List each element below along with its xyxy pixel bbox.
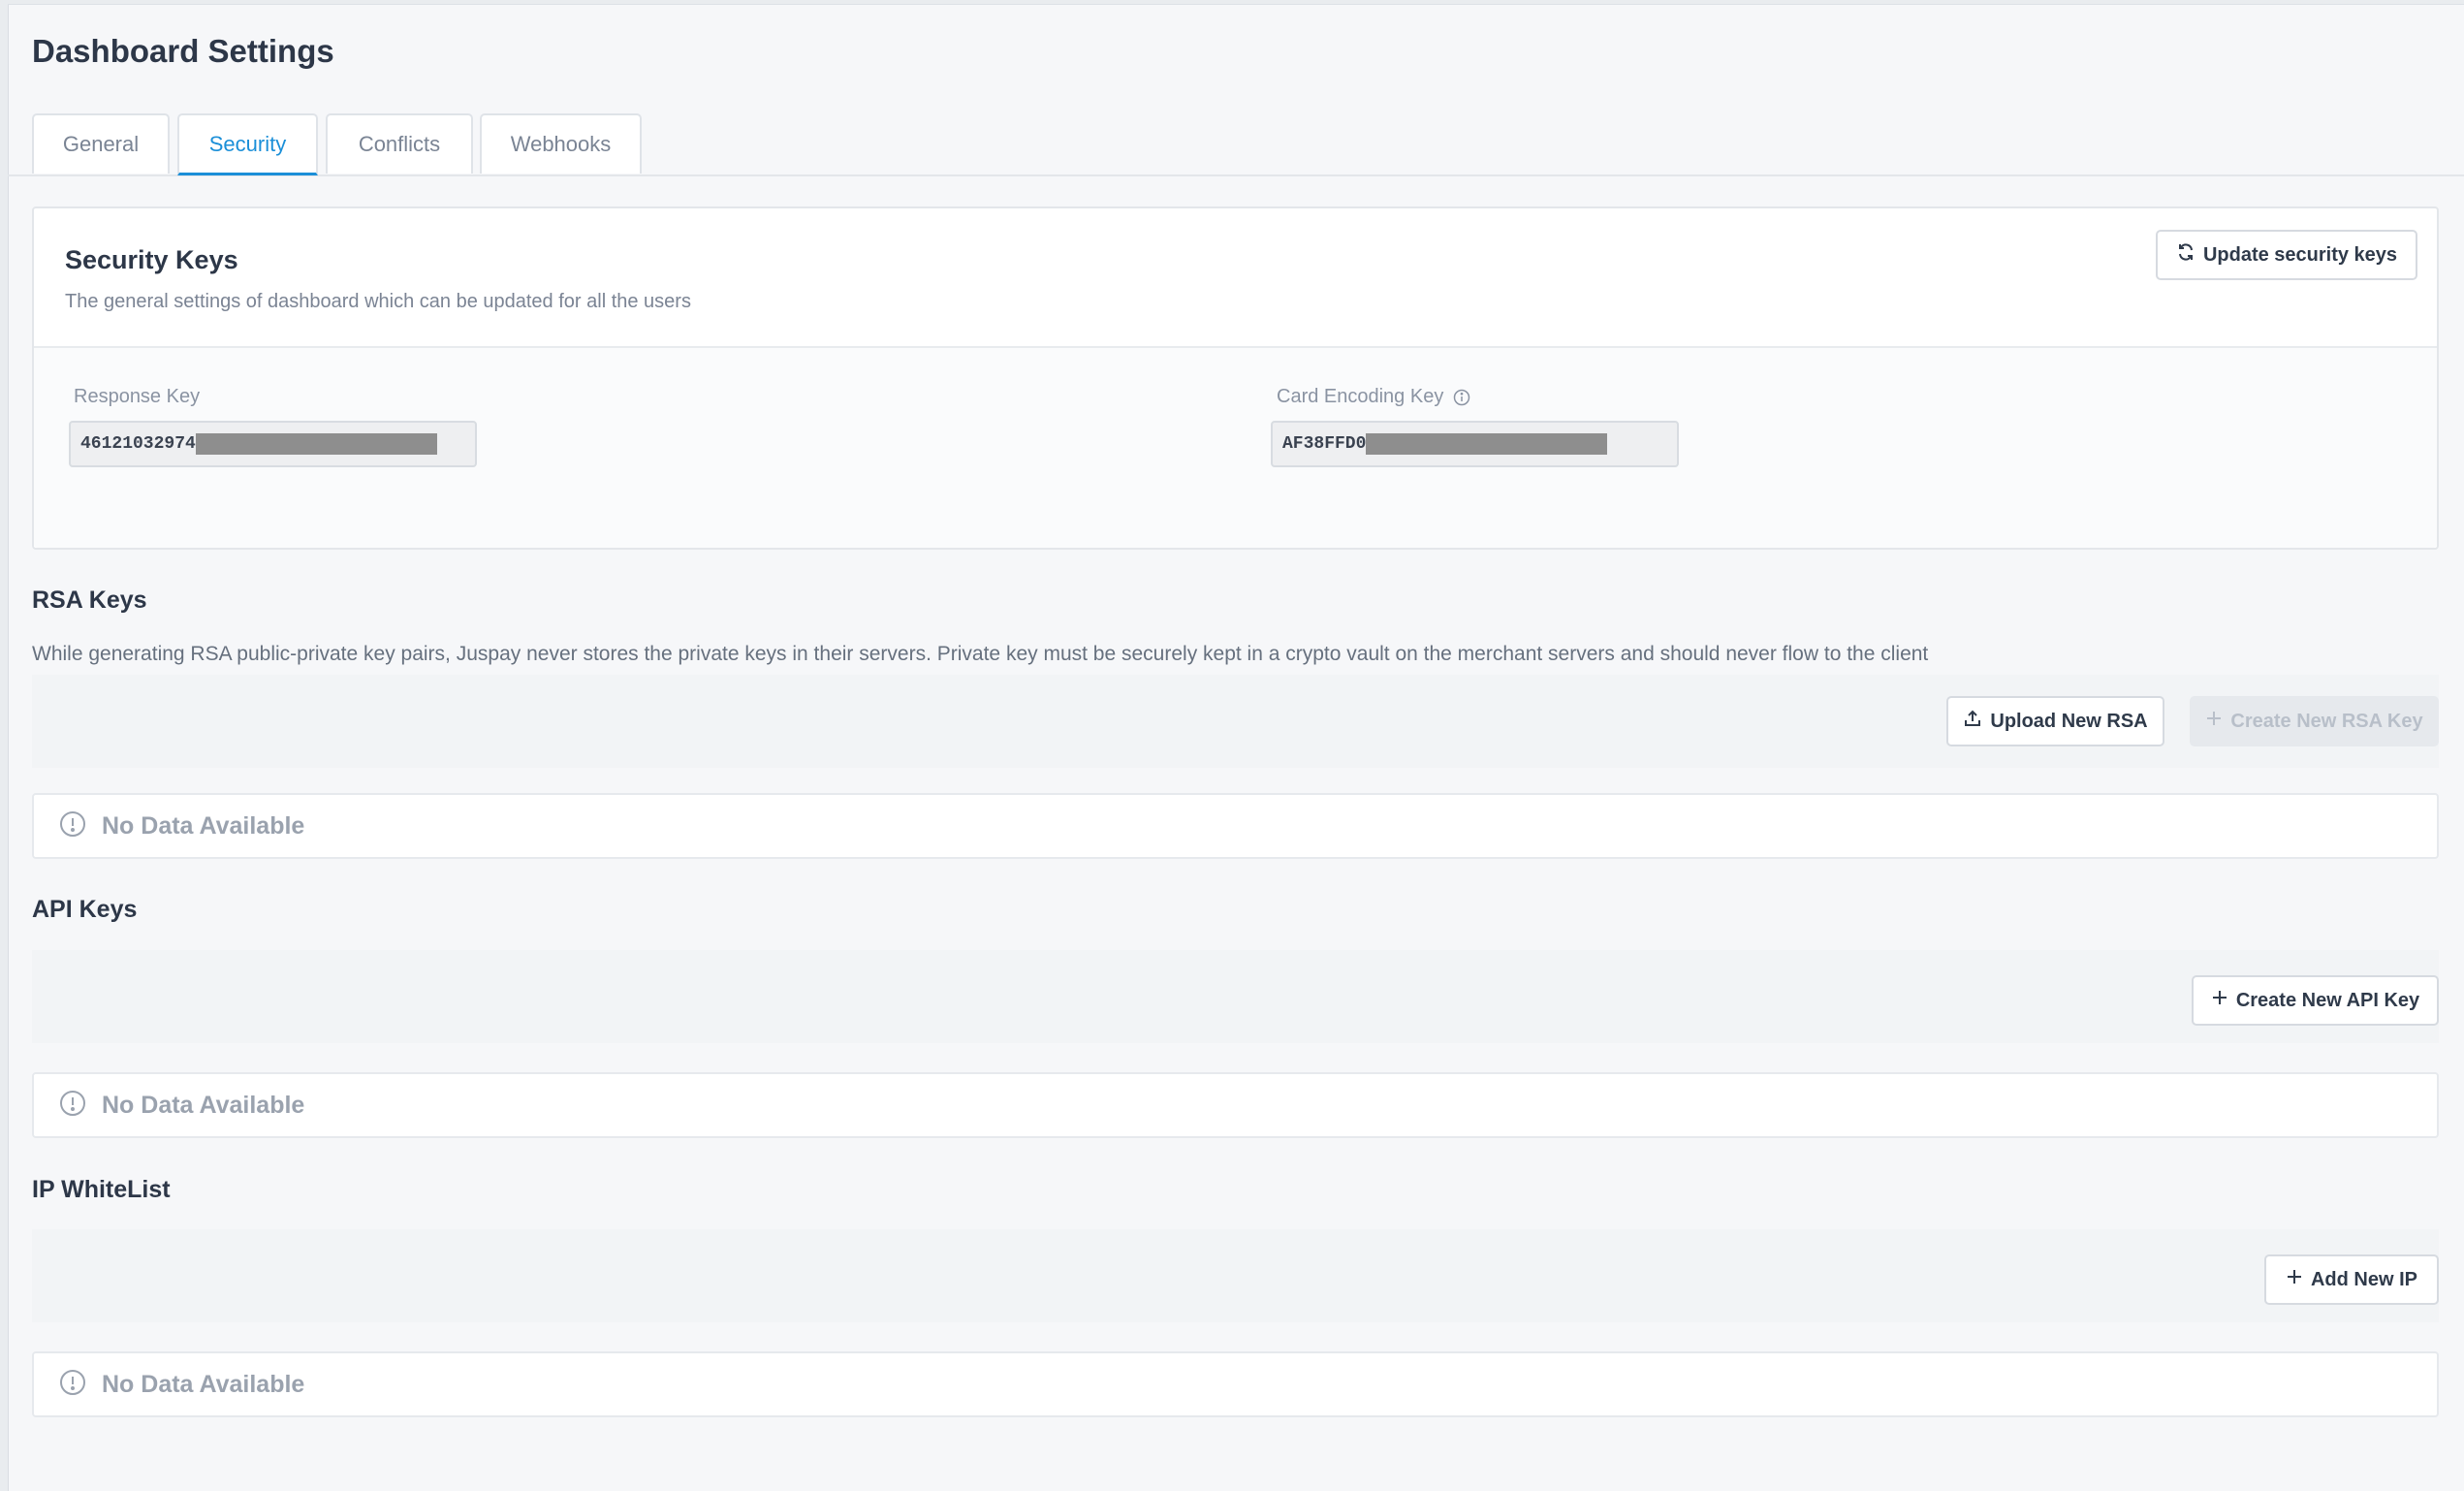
plus-icon bbox=[2286, 1268, 2303, 1291]
api-keys-empty-state: No Data Available bbox=[32, 1072, 2439, 1138]
create-new-rsa-key-button[interactable]: Create New RSA Key bbox=[2190, 696, 2439, 746]
response-key-field[interactable]: 46121032974 bbox=[69, 421, 477, 467]
create-new-api-key-button[interactable]: Create New API Key bbox=[2192, 975, 2439, 1026]
response-key-label: Response Key bbox=[74, 386, 201, 407]
plus-icon bbox=[2211, 989, 2228, 1012]
security-keys-title: Security Keys bbox=[65, 245, 238, 274]
card-encoding-key-field[interactable]: AF38FFD0 bbox=[1271, 421, 1679, 467]
tab-webhooks[interactable]: Webhooks bbox=[480, 113, 642, 174]
card-encoding-key-label: Card Encoding Key bbox=[1277, 386, 1470, 408]
update-security-keys-label: Update security keys bbox=[2202, 243, 2398, 266]
page-title: Dashboard Settings bbox=[32, 33, 334, 69]
top-divider bbox=[8, 0, 2464, 5]
rsa-keys-description: While generating RSA public-private key … bbox=[32, 643, 1929, 665]
tab-general[interactable]: General bbox=[32, 113, 170, 174]
empty-state-text: No Data Available bbox=[102, 1370, 305, 1398]
response-key-value: 46121032974 bbox=[80, 434, 196, 454]
ip-whitelist-empty-state: No Data Available bbox=[32, 1351, 2439, 1417]
alert-circle-icon bbox=[59, 810, 86, 842]
security-keys-card: Security Keys The general settings of da… bbox=[32, 206, 2439, 550]
security-keys-description: The general settings of dashboard which … bbox=[65, 291, 691, 312]
create-new-rsa-key-label: Create New RSA Key bbox=[2230, 710, 2423, 732]
info-icon[interactable] bbox=[1453, 389, 1470, 406]
left-rail bbox=[0, 0, 9, 1491]
add-new-ip-button[interactable]: Add New IP bbox=[2264, 1254, 2439, 1305]
rsa-keys-empty-state: No Data Available bbox=[32, 793, 2439, 859]
redacted-block bbox=[195, 433, 437, 455]
empty-state-text: No Data Available bbox=[102, 1091, 305, 1119]
plus-icon bbox=[2205, 710, 2223, 733]
api-toolbar bbox=[32, 950, 2439, 1043]
add-new-ip-label: Add New IP bbox=[2310, 1268, 2417, 1290]
tabs-divider bbox=[8, 174, 2464, 176]
empty-state-text: No Data Available bbox=[102, 811, 305, 840]
ip-whitelist-title: IP WhiteList bbox=[32, 1176, 171, 1203]
tab-conflicts[interactable]: Conflicts bbox=[326, 113, 473, 174]
refresh-icon bbox=[2176, 242, 2195, 268]
redacted-block bbox=[1366, 433, 1608, 455]
update-security-keys-button[interactable]: Update security keys bbox=[2156, 230, 2417, 280]
card-encoding-key-value: AF38FFD0 bbox=[1282, 434, 1367, 454]
rsa-keys-title: RSA Keys bbox=[32, 587, 147, 614]
tab-security[interactable]: Security bbox=[177, 113, 318, 175]
upload-new-rsa-label: Upload New RSA bbox=[1990, 710, 2148, 732]
ip-toolbar bbox=[32, 1229, 2439, 1322]
create-new-api-key-label: Create New API Key bbox=[2235, 989, 2420, 1011]
upload-icon bbox=[1963, 709, 1982, 734]
upload-new-rsa-button[interactable]: Upload New RSA bbox=[1946, 696, 2164, 746]
alert-circle-icon bbox=[59, 1369, 86, 1401]
api-keys-title: API Keys bbox=[32, 896, 138, 923]
alert-circle-icon bbox=[59, 1090, 86, 1122]
